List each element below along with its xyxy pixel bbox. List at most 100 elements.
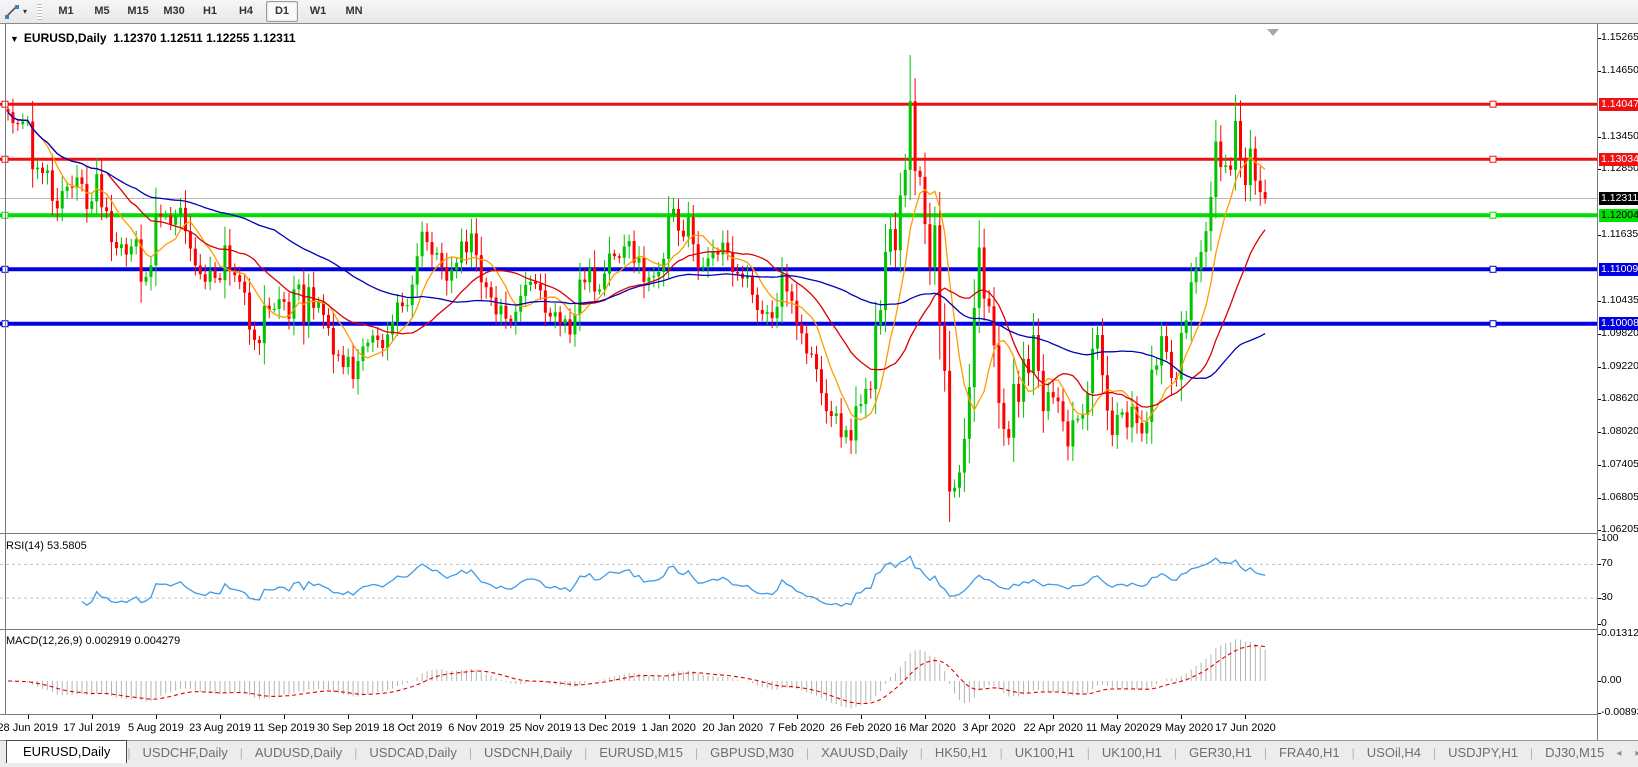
axis-tick — [1598, 598, 1601, 600]
timeframe-button-h1[interactable]: H1 — [194, 1, 226, 22]
chart-tab-fra40-h1[interactable]: FRA40,H1 — [1267, 742, 1352, 764]
candle-body — [1145, 421, 1149, 434]
line-handle[interactable] — [1489, 155, 1497, 163]
rsi-panel-canvas[interactable] — [0, 535, 1597, 628]
candle-body — [440, 252, 444, 268]
macd-tick-0.00: 0.00 — [1601, 674, 1622, 686]
main-chart-canvas[interactable] — [0, 26, 1597, 533]
chart-tab-dj30-m15[interactable]: DJ30,M15 — [1533, 742, 1616, 764]
candle-body — [815, 354, 819, 370]
candle-body — [736, 271, 740, 274]
panel-separator[interactable] — [0, 629, 1597, 630]
line-handle[interactable] — [1489, 265, 1497, 273]
candle-body — [1125, 412, 1129, 428]
candle-body — [1100, 335, 1104, 376]
line-handle[interactable] — [1489, 100, 1497, 108]
chevron-down-icon[interactable]: ▾ — [23, 7, 27, 16]
chart-tab-usdjpy-h1[interactable]: USDJPY,H1 — [1436, 742, 1530, 764]
timeframe-button-m15[interactable]: M15 — [122, 1, 154, 22]
candle-body — [253, 329, 256, 340]
candle-body — [805, 333, 809, 354]
candle-body — [829, 411, 833, 416]
macd-label: MACD(12,26,9) 0.002919 0.004279 — [6, 635, 181, 647]
price-badge-1.13034: 1.13034 — [1599, 152, 1638, 166]
date-label: 18 Oct 2019 — [382, 722, 443, 734]
candle-body — [193, 248, 197, 266]
chart-tab-audusd-daily[interactable]: AUDUSD,Daily — [243, 742, 354, 764]
timeframe-button-m1[interactable]: M1 — [50, 1, 82, 22]
line-handle[interactable] — [1489, 211, 1497, 219]
candle-body — [60, 190, 64, 209]
candle-body — [90, 201, 94, 209]
ma-55-line[interactable] — [7, 111, 1266, 380]
date-tick — [91, 715, 93, 719]
date-tick — [1053, 715, 1055, 719]
price-tick-1.1465: 1.14650 — [1601, 64, 1638, 77]
candle-body — [553, 312, 557, 317]
date-label: 25 Nov 2019 — [509, 722, 572, 734]
chart-tab-eurusd-m15[interactable]: EURUSD,M15 — [587, 742, 695, 764]
candle-body — [134, 239, 138, 247]
candle-body — [864, 388, 868, 405]
timeframe-button-m5[interactable]: M5 — [86, 1, 118, 22]
date-label: 7 Feb 2020 — [768, 722, 825, 734]
price-badge-1.10008: 1.10008 — [1599, 317, 1638, 331]
candle-body — [277, 299, 281, 309]
chart-tab-usdcnh-daily[interactable]: USDCNH,Daily — [472, 742, 584, 764]
chart-tab-gbpusd-m30[interactable]: GBPUSD,M30 — [698, 742, 806, 764]
axis-tick — [1598, 681, 1601, 682]
candle-body — [1160, 336, 1164, 366]
chart-tab-xauusd-daily[interactable]: XAUUSD,Daily — [809, 742, 920, 764]
chart-shift-marker[interactable] — [1267, 29, 1279, 36]
candle-body — [41, 167, 45, 174]
chart-tab-usdcad-daily[interactable]: USDCAD,Daily — [357, 742, 468, 764]
ohlc-open: 1.12370 — [113, 31, 157, 45]
status-strip — [0, 763, 1638, 767]
candle-body — [854, 406, 858, 441]
chart-tab-usoil-h4[interactable]: USOil,H4 — [1355, 742, 1433, 764]
horizontal-line-1.13034[interactable] — [0, 155, 1597, 163]
chart-tab-usdchf-daily[interactable]: USDCHF,Daily — [131, 742, 240, 764]
price-tick-1.06805: 1.06805 — [1601, 490, 1638, 503]
line-studies-icon[interactable] — [2, 3, 22, 21]
chart-tab-uk100-h1[interactable]: UK100,H1 — [1003, 742, 1087, 764]
candle-body — [948, 370, 952, 492]
timeframe-button-d1[interactable]: D1 — [266, 1, 299, 22]
horizontal-line-1.10008[interactable] — [0, 320, 1597, 328]
chart-tab-eurusd-daily[interactable]: EURUSD,Daily — [6, 740, 128, 764]
panel-separator[interactable] — [0, 533, 1597, 534]
timeframe-button-mn[interactable]: MN — [338, 1, 370, 22]
candle-body — [1091, 348, 1095, 394]
candle-body — [824, 393, 828, 412]
candle-body — [405, 305, 409, 307]
axis-tick — [1598, 465, 1601, 467]
tab-scroll-left-icon[interactable]: ◂ — [1616, 748, 1621, 759]
chart-tab-ger30-h1[interactable]: GER30,H1 — [1177, 742, 1264, 764]
candle-body — [888, 229, 892, 252]
timeframe-button-m30[interactable]: M30 — [158, 1, 190, 22]
candle-body — [810, 353, 814, 355]
candle-body — [593, 268, 597, 292]
candle-body — [1115, 414, 1119, 436]
candle-body — [529, 281, 533, 286]
horizontal-line-1.14047[interactable] — [0, 100, 1597, 108]
chart-tab-uk100-h1[interactable]: UK100,H1 — [1090, 742, 1174, 764]
line-handle[interactable] — [1489, 320, 1497, 328]
timeframe-button-h4[interactable]: H4 — [230, 1, 262, 22]
candle-body — [578, 279, 582, 315]
timeframe-button-w1[interactable]: W1 — [302, 1, 334, 22]
candle-body — [70, 186, 74, 188]
axis-tick — [1598, 333, 1601, 335]
macd-panel-canvas[interactable] — [0, 631, 1597, 715]
chart-collapse-icon[interactable]: ▼ — [10, 34, 19, 44]
price-badge-1.11009: 1.11009 — [1599, 262, 1638, 276]
candle-body — [504, 305, 508, 319]
chart-tab-hk50-h1[interactable]: HK50,H1 — [923, 742, 1000, 764]
candle-body — [1012, 383, 1016, 438]
candle-body — [691, 217, 695, 245]
candle-body — [1071, 420, 1075, 447]
candle-body — [627, 240, 631, 247]
candle-body — [1239, 120, 1242, 161]
price-tick-1.0802: 1.08020 — [1601, 424, 1638, 437]
candle-body — [1199, 251, 1203, 270]
